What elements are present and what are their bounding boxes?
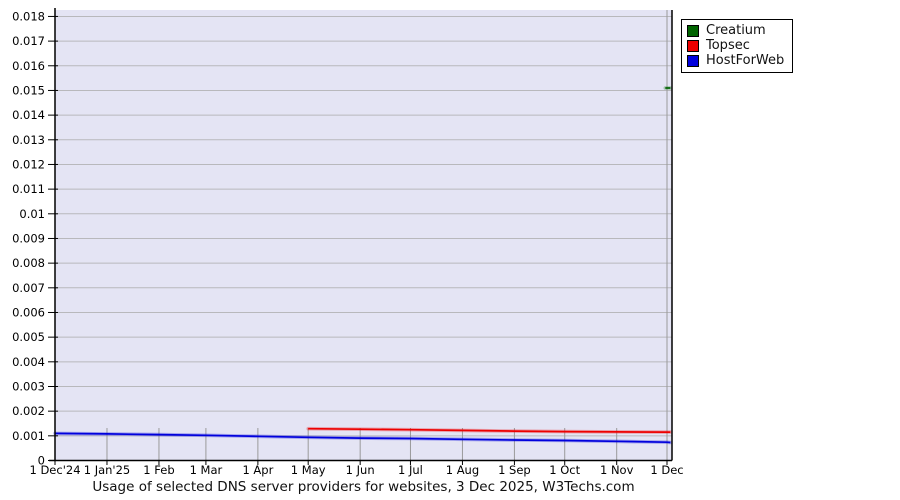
chart-legend: Creatium Topsec HostForWeb xyxy=(681,19,794,73)
x-tick-label: 1 May xyxy=(291,463,326,477)
legend-item-creatium: Creatium xyxy=(687,23,784,38)
line-chart-canvas: 00.0010.0020.0030.0040.0050.0060.0070.00… xyxy=(12,8,684,477)
y-tick-label: 0.017 xyxy=(12,34,45,48)
y-tick-label: 0.01 xyxy=(19,207,45,221)
y-tick-label: 0.006 xyxy=(12,305,45,319)
legend-label-topsec: Topsec xyxy=(706,38,750,53)
x-tick-label: 1 Nov xyxy=(600,463,634,477)
x-tick-label: 1 Dec'24 xyxy=(29,463,80,477)
y-tick-label: 0.011 xyxy=(12,182,45,196)
x-tick-label: 1 Jul xyxy=(398,463,423,477)
legend-label-hostforweb: HostForWeb xyxy=(706,53,785,68)
chart-title: Usage of selected DNS server providers f… xyxy=(92,479,635,495)
legend-label-creatium: Creatium xyxy=(706,23,766,38)
x-tick-label: 1 Oct xyxy=(549,463,580,477)
y-tick-label: 0.014 xyxy=(12,108,45,122)
legend-swatch-topsec-icon xyxy=(687,39,699,52)
y-tick-label: 0.009 xyxy=(12,231,45,245)
legend-item-topsec: Topsec xyxy=(687,38,784,53)
legend-swatch-creatium-icon xyxy=(687,24,699,37)
y-tick-label: 0.008 xyxy=(12,256,45,270)
plot-area xyxy=(55,10,672,461)
x-tick-label: 1 Feb xyxy=(143,463,174,477)
x-tick-label: 1 Jun xyxy=(346,463,375,477)
y-tick-label: 0.002 xyxy=(12,404,45,418)
x-tick-label: 1 Dec xyxy=(650,463,683,477)
y-tick-label: 0.001 xyxy=(12,429,45,443)
x-tick-label: 1 Apr xyxy=(242,463,273,477)
w3techs-chart-page: 0 0.001 0.002 0.003 0.004 0.005 0.006 0.007 0.00… xyxy=(0,0,900,500)
y-tick-label: 0.005 xyxy=(12,330,45,344)
y-tick-label: 0.018 xyxy=(12,9,45,23)
x-tick-label: 1 Aug xyxy=(446,463,479,477)
y-tick-label: 0.012 xyxy=(12,157,45,171)
y-tick-label: 0.007 xyxy=(12,281,45,295)
x-tick-label: 1 Sep xyxy=(498,463,531,477)
y-tick-label: 0.013 xyxy=(12,133,45,147)
x-tick-label: 1 Mar xyxy=(190,463,223,477)
y-tick-label: 0.015 xyxy=(12,83,45,97)
legend-item-hostforweb: HostForWeb xyxy=(687,53,784,68)
y-tick-label: 0.004 xyxy=(12,355,45,369)
y-tick-label: 0.016 xyxy=(12,59,45,73)
x-tick-label: 1 Jan'25 xyxy=(84,463,131,477)
legend-swatch-hostforweb-icon xyxy=(687,54,699,67)
y-tick-label: 0.003 xyxy=(12,379,45,393)
